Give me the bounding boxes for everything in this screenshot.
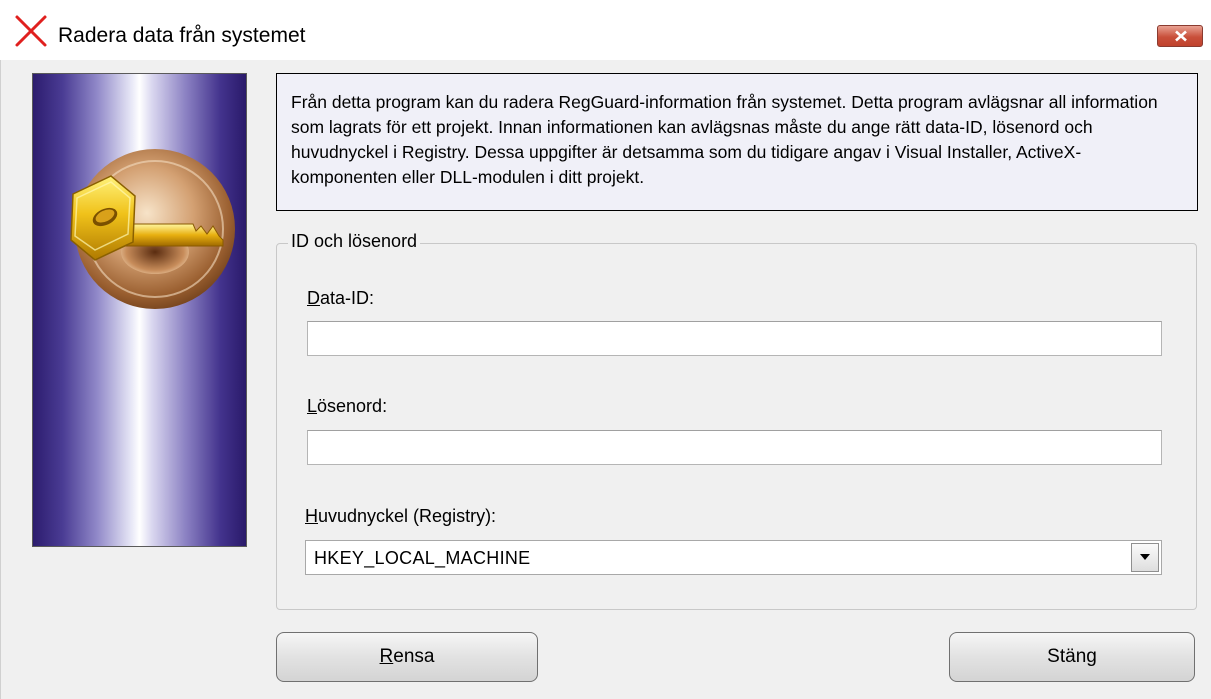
clear-button-label: ensa: [393, 646, 435, 667]
data-id-label-mnemonic: D: [307, 288, 320, 308]
close-button[interactable]: Stäng: [949, 632, 1195, 682]
password-label: Lösenord:: [307, 396, 387, 417]
window-close-button[interactable]: [1157, 25, 1203, 47]
root-key-label-text: uvudnyckel (Registry):: [318, 506, 497, 526]
root-key-label-mnemonic: H: [305, 506, 318, 526]
close-icon: [1175, 30, 1187, 42]
root-key-dropdown-button[interactable]: [1131, 543, 1159, 572]
password-label-text: ösenord:: [317, 396, 388, 416]
info-description-text: Från detta program kan du radera RegGuar…: [291, 92, 1158, 187]
close-button-label: Stäng: [1047, 646, 1097, 667]
password-input[interactable]: [307, 430, 1162, 465]
password-label-mnemonic: L: [307, 396, 318, 416]
root-key-label: Huvudnyckel (Registry):: [305, 506, 496, 527]
dialog-window: Radera data från systemet Från detta pro…: [0, 0, 1211, 699]
root-key-select[interactable]: HKEY_LOCAL_MACHINE: [305, 540, 1162, 575]
key-icon: [70, 149, 235, 309]
data-id-input[interactable]: [307, 321, 1162, 356]
clear-button[interactable]: Rensa: [276, 632, 538, 682]
root-key-selected-value: HKEY_LOCAL_MACHINE: [314, 548, 531, 568]
title-bar: Radera data från systemet: [0, 0, 1211, 60]
delete-x-icon: [15, 15, 47, 47]
window-title: Radera data från systemet: [58, 24, 306, 47]
clear-button-mnemonic: R: [379, 646, 394, 667]
data-id-label: Data-ID:: [307, 288, 374, 309]
data-id-label-text: ata-ID:: [320, 288, 375, 308]
dropdown-arrow-icon: [1140, 554, 1150, 560]
groupbox-title: ID och lösenord: [288, 231, 421, 252]
info-description-box: Från detta program kan du radera RegGuar…: [276, 73, 1198, 211]
key-banner-image: [32, 73, 247, 547]
